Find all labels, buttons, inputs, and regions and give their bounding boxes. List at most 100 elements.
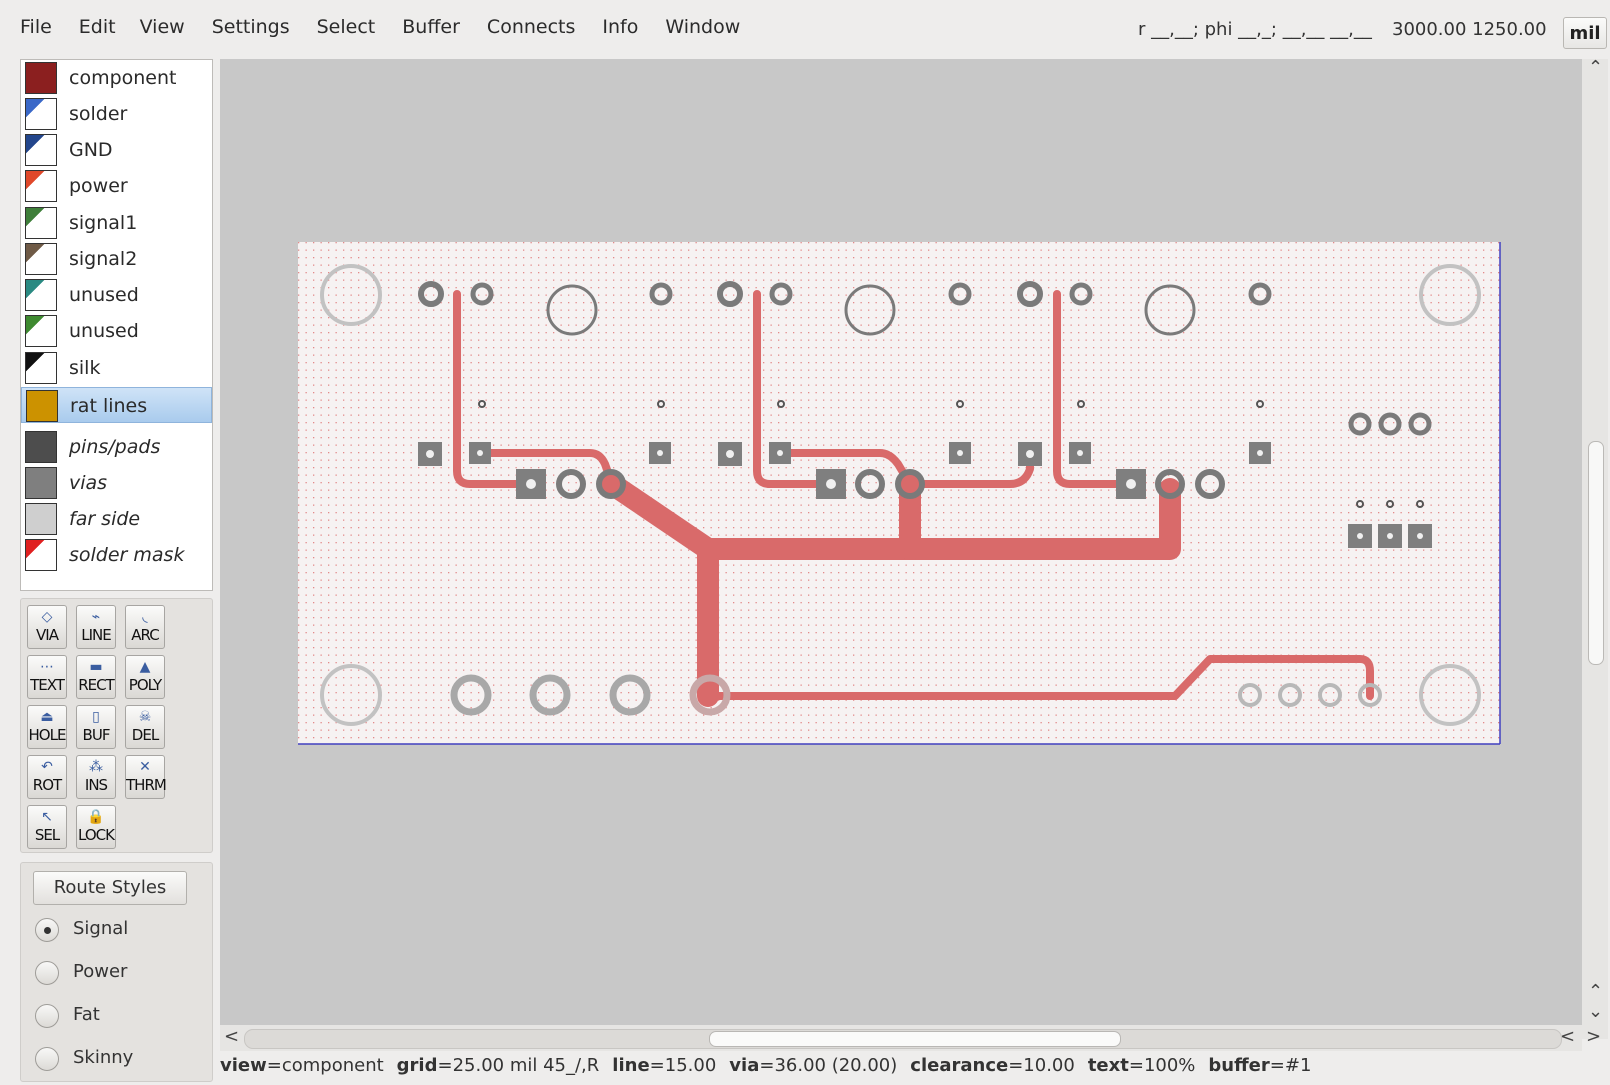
layer-label: pins/pads	[69, 436, 161, 458]
text-tool-icon: ⋯	[40, 659, 54, 675]
layer-color-swatch[interactable]	[25, 467, 57, 499]
tool-label: INS	[84, 776, 108, 794]
layer-color-swatch[interactable]	[25, 243, 57, 275]
thrm-tool-button[interactable]: ✕ THRM	[125, 755, 167, 799]
tool-palette: ◇ VIA ⌁ LINE ◟ ARC ⋯ TEXT ▬ RECT ▲ POLY ⏏ HOLE ▯ BUF ☠ DE…	[20, 598, 213, 853]
tool-label: TEXT	[30, 676, 65, 694]
scroll-down-icon[interactable]: ⌄	[1588, 1001, 1603, 1022]
layer-color-swatch[interactable]	[25, 207, 57, 239]
buf-tool-icon: ▯	[92, 709, 100, 725]
route-styles-button[interactable]: Route Styles	[33, 871, 187, 905]
status-value: =25.00 mil 45_/,R	[437, 1055, 600, 1076]
menu-items: File Edit View Settings Select Buffer Connects…	[20, 16, 767, 38]
layer-item-solder[interactable]: solder	[21, 96, 212, 132]
tool-label: HOLE	[28, 726, 67, 744]
scroll-right-icon[interactable]: >	[1586, 1026, 1601, 1047]
menu-select[interactable]: Select	[317, 16, 376, 38]
layer-color-swatch[interactable]	[25, 315, 57, 347]
menu-window[interactable]: Window	[665, 16, 740, 38]
horizontal-scrollbar[interactable]: < <	[220, 1025, 1582, 1051]
radio-button[interactable]	[35, 918, 59, 942]
units-button[interactable]: mil	[1563, 17, 1607, 49]
ins-tool-button[interactable]: ⁂ INS	[76, 755, 116, 799]
radio-button[interactable]	[35, 1004, 59, 1028]
poly-tool-button[interactable]: ▲ POLY	[125, 655, 165, 699]
layer-item-pins-pads[interactable]: pins/pads	[21, 429, 212, 465]
layer-item-power[interactable]: power	[21, 168, 212, 204]
horizontal-scroll-track[interactable]	[244, 1029, 1562, 1049]
layer-item-solder-mask[interactable]: solder mask	[21, 537, 212, 573]
layer-item-vias[interactable]: vias	[21, 465, 212, 501]
vertical-scroll-thumb[interactable]	[1588, 441, 1604, 665]
layer-item-signal1[interactable]: signal1	[21, 205, 212, 241]
horizontal-scroll-thumb[interactable]	[709, 1031, 1121, 1047]
route-style-skinny[interactable]: Skinny	[35, 1045, 195, 1075]
layer-label: power	[69, 175, 128, 197]
status-key: buffer	[1208, 1055, 1270, 1076]
del-tool-button[interactable]: ☠ DEL	[125, 705, 165, 749]
menu-info[interactable]: Info	[602, 16, 638, 38]
layer-color-swatch[interactable]	[25, 62, 57, 94]
via-tool-icon: ◇	[41, 609, 53, 625]
arc-tool-button[interactable]: ◟ ARC	[125, 605, 165, 649]
layer-item-far-side[interactable]: far side	[21, 501, 212, 537]
status-bar: view=component grid=25.00 mil 45_/,R line=…	[220, 1055, 1600, 1083]
layer-color-swatch[interactable]	[26, 390, 58, 422]
rect-tool-button[interactable]: ▬ RECT	[76, 655, 116, 699]
status-key: text	[1087, 1055, 1129, 1076]
menu-view[interactable]: View	[140, 16, 185, 38]
status-buffer: buffer=#1	[1208, 1055, 1311, 1076]
layer-color-swatch[interactable]	[25, 539, 57, 571]
route-style-label: Signal	[73, 918, 129, 939]
layer-color-swatch[interactable]	[25, 98, 57, 130]
rot-tool-button[interactable]: ↶ ROT	[27, 755, 67, 799]
layer-color-swatch[interactable]	[25, 134, 57, 166]
route-style-signal[interactable]: Signal	[35, 916, 195, 946]
relative-coordinates: r __,__; phi __,_; __,__ __,__	[1138, 19, 1372, 40]
status-key: grid	[396, 1055, 438, 1076]
menubar: File Edit View Settings Select Buffer Connects…	[0, 0, 1610, 58]
hole-tool-button[interactable]: ⏏ HOLE	[27, 705, 67, 749]
menu-connects[interactable]: Connects	[487, 16, 575, 38]
status-clearance: clearance=10.00	[910, 1055, 1075, 1076]
layer-item-signal2[interactable]: signal2	[21, 241, 212, 277]
tool-label: POLY	[128, 676, 162, 694]
layer-color-swatch[interactable]	[25, 503, 57, 535]
menu-buffer[interactable]: Buffer	[402, 16, 460, 38]
scroll-up-icon[interactable]: ⌃	[1588, 57, 1603, 78]
scroll-left-icon[interactable]: <	[1560, 1026, 1575, 1047]
status-via: via=36.00 (20.00)	[729, 1055, 897, 1076]
route-style-fat[interactable]: Fat	[35, 1002, 195, 1032]
arc-tool-icon: ◟	[142, 609, 148, 625]
layer-item-component[interactable]: component	[21, 60, 212, 96]
ins-tool-icon: ⁂	[89, 759, 103, 775]
layer-color-swatch[interactable]	[25, 352, 57, 384]
text-tool-button[interactable]: ⋯ TEXT	[27, 655, 67, 699]
scroll-left-icon[interactable]: <	[224, 1026, 239, 1047]
status-key: via	[729, 1055, 760, 1076]
status-value: =10.00	[1008, 1055, 1075, 1076]
menu-settings[interactable]: Settings	[212, 16, 290, 38]
layer-color-swatch[interactable]	[25, 279, 57, 311]
layer-item-unused[interactable]: unused	[21, 313, 212, 349]
via-tool-button[interactable]: ◇ VIA	[27, 605, 67, 649]
buf-tool-button[interactable]: ▯ BUF	[76, 705, 116, 749]
scroll-up-icon[interactable]: ⌃	[1588, 981, 1603, 1002]
status-value: =36.00 (20.00)	[759, 1055, 898, 1076]
vertical-scrollbar[interactable]: ⌃ ⌃ ⌄	[1582, 57, 1608, 1039]
radio-button[interactable]	[35, 1047, 59, 1071]
layer-item-gnd[interactable]: GND	[21, 132, 212, 168]
radio-button[interactable]	[35, 961, 59, 985]
layer-item-silk[interactable]: silk	[21, 350, 212, 386]
layer-color-swatch[interactable]	[25, 170, 57, 202]
layer-item-rat-lines[interactable]: rat lines	[21, 387, 212, 423]
line-tool-button[interactable]: ⌁ LINE	[76, 605, 116, 649]
sel-tool-button[interactable]: ↖ SEL	[27, 805, 67, 849]
layer-item-unused[interactable]: unused	[21, 277, 212, 313]
menu-edit[interactable]: Edit	[79, 16, 116, 38]
layer-color-swatch[interactable]	[25, 431, 57, 463]
pcb-canvas[interactable]	[220, 59, 1582, 1025]
lock-tool-button[interactable]: 🔒 LOCK	[76, 805, 116, 849]
menu-file[interactable]: File	[20, 16, 52, 38]
route-style-power[interactable]: Power	[35, 959, 195, 989]
